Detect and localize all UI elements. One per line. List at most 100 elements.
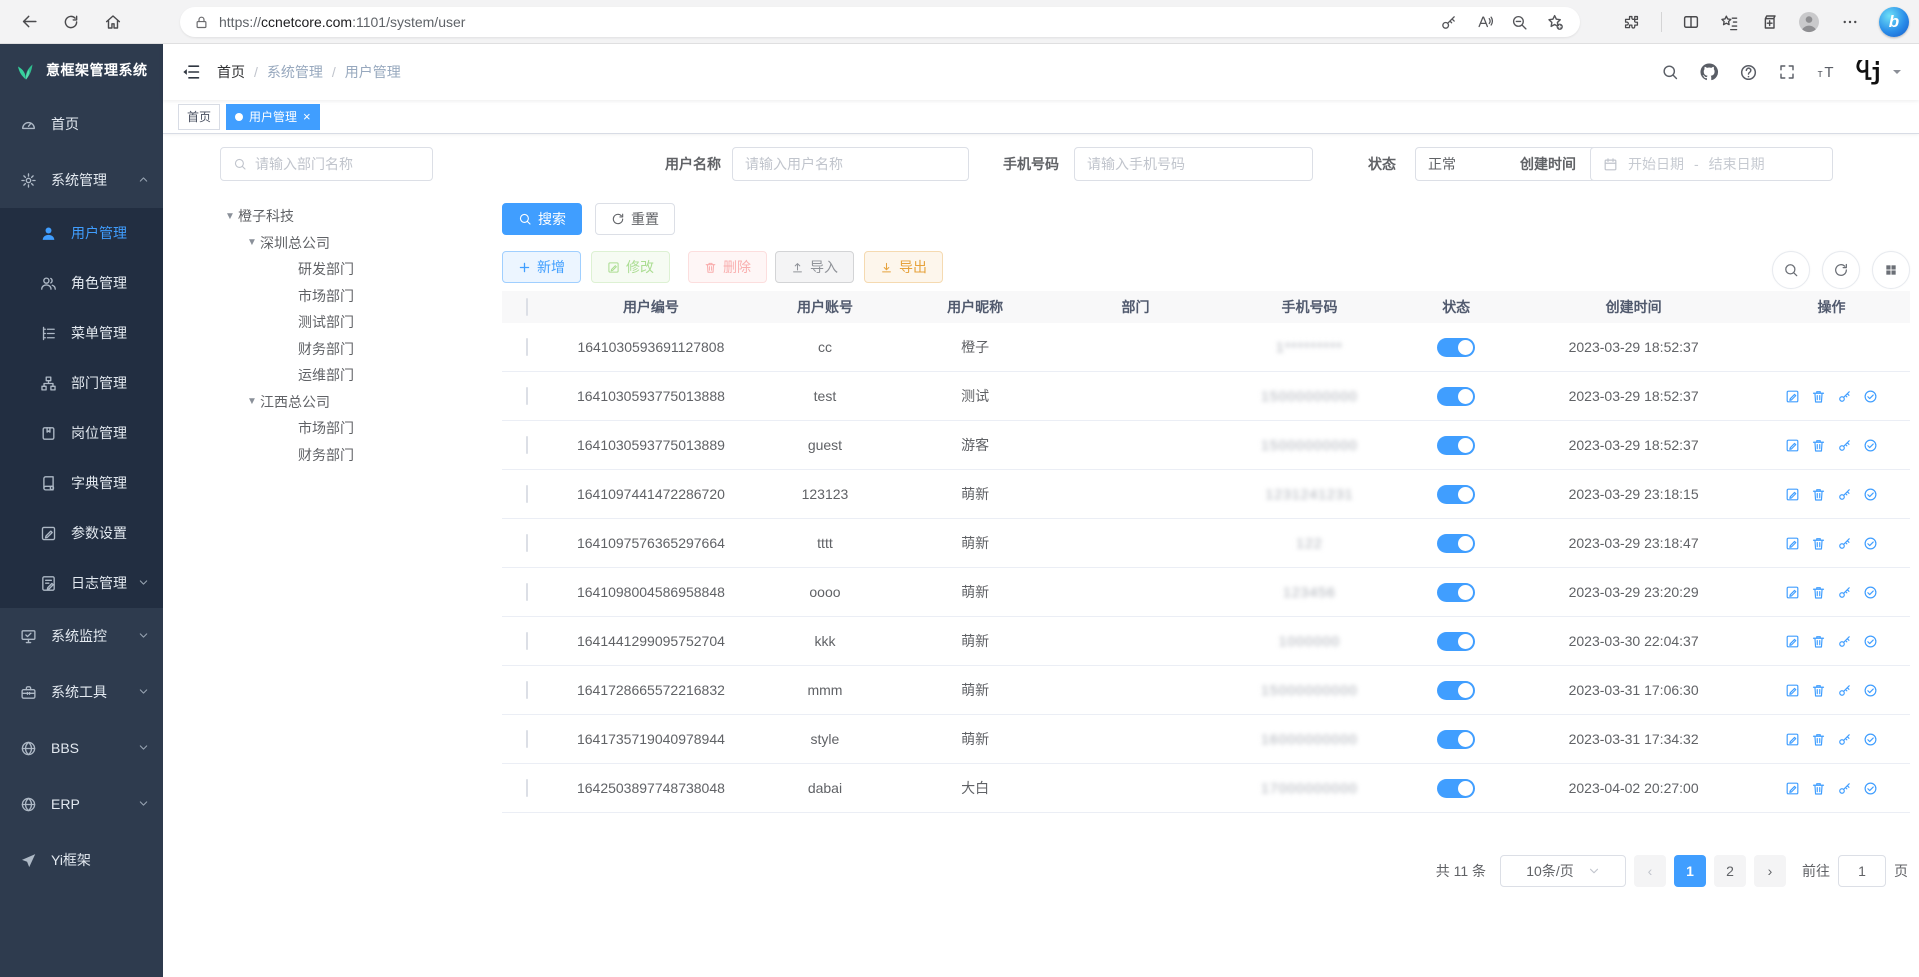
- reset-password-button[interactable]: [1837, 438, 1852, 453]
- tree-node-运维部门[interactable]: 运维部门: [220, 362, 490, 389]
- sidebar-item-ERP[interactable]: ERP: [0, 776, 163, 832]
- edit-row-button[interactable]: [1785, 487, 1800, 502]
- delete-row-button[interactable]: [1811, 781, 1826, 796]
- breadcrumb-item-首页[interactable]: 首页: [217, 62, 245, 82]
- page-button-1[interactable]: 1: [1674, 855, 1706, 887]
- sidebar-item-系统工具[interactable]: 系统工具: [0, 664, 163, 720]
- next-page-button[interactable]: ›: [1754, 855, 1786, 887]
- edit-row-button[interactable]: [1785, 634, 1800, 649]
- password-key-icon[interactable]: [1440, 14, 1457, 31]
- collections-icon[interactable]: [1759, 13, 1777, 31]
- status-toggle[interactable]: [1437, 583, 1475, 602]
- tree-node-深圳总公司[interactable]: ▼深圳总公司: [220, 230, 490, 257]
- page-button-2[interactable]: 2: [1714, 855, 1746, 887]
- search-button[interactable]: 搜索: [502, 203, 582, 235]
- import-button[interactable]: 导入: [775, 251, 854, 283]
- sidebar-item-字典管理[interactable]: 字典管理: [0, 458, 163, 508]
- user-dropdown-caret-icon[interactable]: [1891, 66, 1903, 78]
- username-input[interactable]: [745, 156, 956, 172]
- row-checkbox[interactable]: [526, 730, 528, 748]
- status-toggle[interactable]: [1437, 387, 1475, 406]
- delete-row-button[interactable]: [1811, 536, 1826, 551]
- browser-back-button[interactable]: [12, 5, 46, 39]
- column-settings-button[interactable]: [1872, 251, 1910, 289]
- sidebar-item-用户管理[interactable]: 用户管理: [0, 208, 163, 258]
- status-toggle[interactable]: [1437, 534, 1475, 553]
- github-icon[interactable]: [1699, 62, 1719, 82]
- sidebar-item-日志管理[interactable]: 日志管理: [0, 558, 163, 608]
- row-checkbox[interactable]: [526, 485, 528, 503]
- edit-row-button[interactable]: [1785, 732, 1800, 747]
- row-checkbox[interactable]: [526, 534, 528, 552]
- delete-button[interactable]: 删除: [688, 251, 767, 283]
- export-button[interactable]: 导出: [864, 251, 943, 283]
- reset-password-button[interactable]: [1837, 585, 1852, 600]
- status-toggle[interactable]: [1437, 730, 1475, 749]
- assign-role-button[interactable]: [1863, 487, 1878, 502]
- status-toggle[interactable]: [1437, 338, 1475, 357]
- dept-search-input[interactable]: [255, 156, 436, 172]
- sidebar-item-首页[interactable]: 首页: [0, 96, 163, 152]
- assign-role-button[interactable]: [1863, 438, 1878, 453]
- sidebar-toggle-icon[interactable]: [181, 62, 201, 82]
- status-toggle[interactable]: [1437, 681, 1475, 700]
- delete-row-button[interactable]: [1811, 585, 1826, 600]
- refresh-table-button[interactable]: [1822, 251, 1860, 289]
- edit-row-button[interactable]: [1785, 781, 1800, 796]
- add-button[interactable]: 新增: [502, 251, 581, 283]
- edit-row-button[interactable]: [1785, 536, 1800, 551]
- select-all-checkbox[interactable]: [526, 298, 528, 316]
- extensions-icon[interactable]: [1622, 13, 1641, 32]
- zoom-out-icon[interactable]: [1511, 14, 1528, 31]
- tree-node-橙子科技[interactable]: ▼橙子科技: [220, 203, 490, 230]
- tree-node-财务部门[interactable]: 财务部门: [220, 336, 490, 363]
- tree-node-江西总公司[interactable]: ▼江西总公司: [220, 389, 490, 416]
- caret-down-icon[interactable]: ▼: [244, 237, 260, 248]
- assign-role-button[interactable]: [1863, 634, 1878, 649]
- status-toggle[interactable]: [1437, 436, 1475, 455]
- font-size-icon[interactable]: тT: [1816, 62, 1836, 82]
- assign-role-button[interactable]: [1863, 781, 1878, 796]
- help-icon[interactable]: [1739, 63, 1758, 82]
- page-size-select[interactable]: 10条/页: [1500, 855, 1626, 887]
- bing-chat-icon[interactable]: b: [1879, 7, 1909, 37]
- read-aloud-icon[interactable]: [1475, 13, 1493, 31]
- tag-用户管理[interactable]: 用户管理×: [226, 104, 320, 130]
- row-checkbox[interactable]: [526, 338, 528, 356]
- delete-row-button[interactable]: [1811, 389, 1826, 404]
- status-toggle[interactable]: [1437, 779, 1475, 798]
- browser-home-button[interactable]: [96, 5, 130, 39]
- reset-password-button[interactable]: [1837, 683, 1852, 698]
- more-options-icon[interactable]: [1841, 13, 1859, 31]
- row-checkbox[interactable]: [526, 779, 528, 797]
- reset-button[interactable]: 重置: [595, 203, 675, 235]
- tree-node-市场部门[interactable]: 市场部门: [220, 283, 490, 310]
- sidebar-item-角色管理[interactable]: 角色管理: [0, 258, 163, 308]
- sidebar-item-菜单管理[interactable]: 菜单管理: [0, 308, 163, 358]
- browser-refresh-button[interactable]: [54, 5, 88, 39]
- tree-node-财务部门[interactable]: 财务部门: [220, 442, 490, 469]
- prev-page-button[interactable]: ‹: [1634, 855, 1666, 887]
- sidebar-item-Yi框架[interactable]: Yi框架: [0, 832, 163, 888]
- profile-avatar-icon[interactable]: [1797, 10, 1821, 34]
- status-toggle[interactable]: [1437, 632, 1475, 651]
- tree-node-市场部门[interactable]: 市场部门: [220, 415, 490, 442]
- favorites-bar-icon[interactable]: [1720, 13, 1739, 32]
- fullscreen-icon[interactable]: [1778, 63, 1796, 81]
- close-icon[interactable]: ×: [303, 110, 311, 123]
- dept-search-field[interactable]: [220, 147, 433, 181]
- favorite-add-icon[interactable]: [1546, 13, 1564, 31]
- edit-button[interactable]: 修改: [591, 251, 670, 283]
- row-checkbox[interactable]: [526, 681, 528, 699]
- tree-node-测试部门[interactable]: 测试部门: [220, 309, 490, 336]
- reset-password-button[interactable]: [1837, 781, 1852, 796]
- edit-row-button[interactable]: [1785, 683, 1800, 698]
- sidebar-item-部门管理[interactable]: 部门管理: [0, 358, 163, 408]
- phone-input[interactable]: [1087, 156, 1300, 172]
- tag-首页[interactable]: 首页: [178, 104, 220, 130]
- sidebar-item-参数设置[interactable]: 参数设置: [0, 508, 163, 558]
- date-range-picker[interactable]: 开始日期 - 结束日期: [1590, 147, 1833, 181]
- assign-role-button[interactable]: [1863, 389, 1878, 404]
- tree-node-研发部门[interactable]: 研发部门: [220, 256, 490, 283]
- edit-row-button[interactable]: [1785, 389, 1800, 404]
